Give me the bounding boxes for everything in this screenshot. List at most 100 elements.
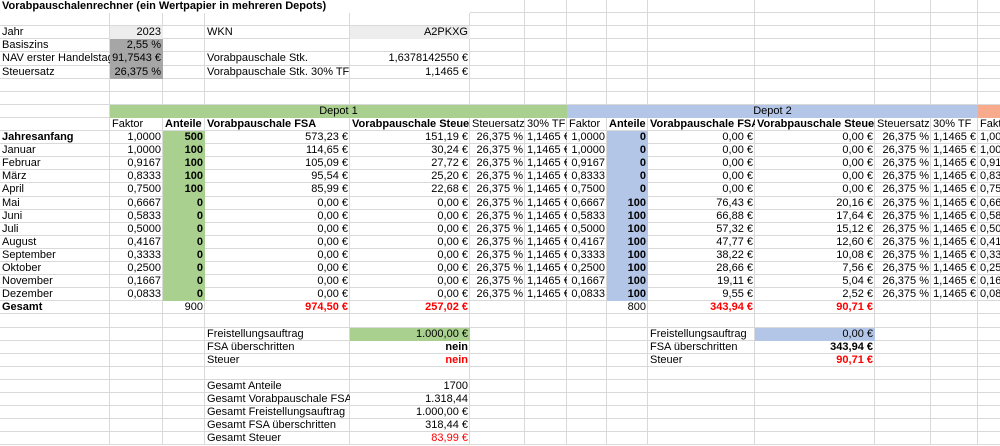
total-anteile[interactable]: 900: [163, 301, 205, 314]
faktor-cell[interactable]: 0,1667: [978, 275, 1000, 288]
grid-cell[interactable]: [875, 328, 931, 341]
grid-cell[interactable]: [205, 314, 350, 328]
grid-cell[interactable]: [931, 52, 978, 66]
grid-cell[interactable]: [525, 92, 567, 105]
grid-cell[interactable]: [525, 0, 567, 13]
grid-cell[interactable]: [470, 393, 525, 406]
fsa-cell[interactable]: 573,23 €: [205, 131, 350, 144]
grid-cell[interactable]: [607, 419, 648, 432]
anteile-input[interactable]: 100: [607, 275, 648, 288]
grid-cell[interactable]: [755, 13, 875, 26]
grid-cell[interactable]: [525, 380, 567, 393]
grid-cell[interactable]: [0, 314, 110, 328]
grid-cell[interactable]: [470, 79, 525, 92]
summary-value[interactable]: 318,44 €: [350, 419, 470, 432]
label-vp-stk[interactable]: Vorabpauschale Stk.: [205, 52, 350, 66]
grid-cell[interactable]: [567, 367, 607, 380]
label-freistellung[interactable]: Freistellungsauftrag: [205, 328, 350, 341]
faktor-cell[interactable]: 0,5833: [567, 210, 607, 223]
grid-cell[interactable]: [607, 432, 648, 445]
grid-cell[interactable]: [0, 367, 110, 380]
grid-cell[interactable]: [978, 341, 1000, 354]
grid-cell[interactable]: [875, 314, 931, 328]
grid-cell[interactable]: [875, 66, 931, 79]
steuer-cell[interactable]: 25,20 €: [350, 170, 470, 183]
faktor-cell[interactable]: 0,0833: [110, 288, 163, 301]
column-header[interactable]: Steuersatz: [875, 118, 931, 131]
grid-cell[interactable]: [648, 66, 755, 79]
faktor-cell[interactable]: 1,0000: [567, 144, 607, 157]
summary-label[interactable]: Gesamt FSA überschritten: [205, 419, 350, 432]
grid-cell[interactable]: [163, 314, 205, 328]
grid-cell[interactable]: [978, 432, 1000, 445]
tf-cell[interactable]: 1,1465 €: [931, 210, 978, 223]
grid-cell[interactable]: [567, 26, 607, 39]
grid-cell[interactable]: [525, 406, 567, 419]
grid-cell[interactable]: [755, 380, 875, 393]
steuersatz-cell[interactable]: 26,375 %: [470, 197, 525, 210]
tf-cell[interactable]: 1,1465 €: [525, 197, 567, 210]
grid-cell[interactable]: [875, 92, 931, 105]
grid-cell[interactable]: [648, 406, 755, 419]
tf-cell[interactable]: 1,1465 €: [525, 275, 567, 288]
grid-cell[interactable]: [567, 79, 607, 92]
grid-cell[interactable]: [648, 367, 755, 380]
tf-cell[interactable]: 1,1465 €: [931, 236, 978, 249]
anteile-input[interactable]: 0: [163, 223, 205, 236]
input-wkn[interactable]: A2PKXG: [350, 26, 470, 39]
fsa-cell[interactable]: 0,00 €: [648, 183, 755, 197]
column-header[interactable]: Vorabpauschale Steuer: [755, 118, 875, 131]
anteile-input[interactable]: 100: [607, 262, 648, 275]
tf-cell[interactable]: 1,1465 €: [931, 197, 978, 210]
tf-cell[interactable]: 1,1465 €: [525, 236, 567, 249]
grid-cell[interactable]: [470, 380, 525, 393]
grid-cell[interactable]: [470, 406, 525, 419]
fsa-cell[interactable]: 28,66 €: [648, 262, 755, 275]
faktor-cell[interactable]: 0,6667: [567, 197, 607, 210]
column-header[interactable]: Vorabpauschale Steuer: [350, 118, 470, 131]
grid-cell[interactable]: [931, 79, 978, 92]
grid-cell[interactable]: [110, 419, 163, 432]
steuer-cell[interactable]: 0,00 €: [350, 197, 470, 210]
grid-cell[interactable]: [110, 367, 163, 380]
input-freistellung[interactable]: 0,00 €: [755, 328, 875, 341]
steuersatz-cell[interactable]: 26,375 %: [875, 157, 931, 170]
grid-cell[interactable]: [875, 419, 931, 432]
steuersatz-cell[interactable]: 26,375 %: [875, 131, 931, 144]
summary-label[interactable]: Gesamt Anteile: [205, 380, 350, 393]
anteile-input[interactable]: 100: [607, 223, 648, 236]
grid-cell[interactable]: [525, 367, 567, 380]
grid-cell[interactable]: [470, 354, 525, 367]
faktor-cell[interactable]: 0,6667: [978, 197, 1000, 210]
steuersatz-cell[interactable]: 26,375 %: [470, 262, 525, 275]
row-label-month[interactable]: September: [0, 249, 110, 262]
grid-cell[interactable]: [755, 406, 875, 419]
tf-cell[interactable]: 1,1465 €: [525, 157, 567, 170]
fsa-cell[interactable]: 0,00 €: [205, 262, 350, 275]
grid-cell[interactable]: [525, 39, 567, 52]
tf-cell[interactable]: 1,1465 €: [931, 223, 978, 236]
grid-cell[interactable]: [648, 380, 755, 393]
grid-cell[interactable]: [470, 0, 525, 13]
steuer-cell[interactable]: 0,00 €: [755, 157, 875, 170]
label-nav[interactable]: NAV erster Handelstag: [0, 52, 110, 66]
grid-cell[interactable]: [163, 26, 205, 39]
grid-cell[interactable]: [525, 52, 567, 66]
grid-cell[interactable]: [978, 406, 1000, 419]
faktor-cell[interactable]: 0,8333: [567, 170, 607, 183]
grid-cell[interactable]: [205, 92, 350, 105]
tf-cell[interactable]: 1,1465 €: [525, 210, 567, 223]
row-label-month[interactable]: Dezember: [0, 288, 110, 301]
grid-cell[interactable]: [110, 92, 163, 105]
fsa-cell[interactable]: 105,09 €: [205, 157, 350, 170]
steuersatz-cell[interactable]: 26,375 %: [470, 223, 525, 236]
row-label-month[interactable]: März: [0, 170, 110, 183]
fsa-cell[interactable]: 38,22 €: [648, 249, 755, 262]
anteile-input[interactable]: 0: [163, 288, 205, 301]
faktor-cell[interactable]: 0,7500: [978, 183, 1000, 197]
faktor-cell[interactable]: 1,0000: [110, 144, 163, 157]
steuer-cell[interactable]: 30,24 €: [350, 144, 470, 157]
steuer-cell[interactable]: 0,00 €: [755, 170, 875, 183]
fsa-cell[interactable]: 0,00 €: [205, 210, 350, 223]
anteile-input[interactable]: 0: [163, 249, 205, 262]
